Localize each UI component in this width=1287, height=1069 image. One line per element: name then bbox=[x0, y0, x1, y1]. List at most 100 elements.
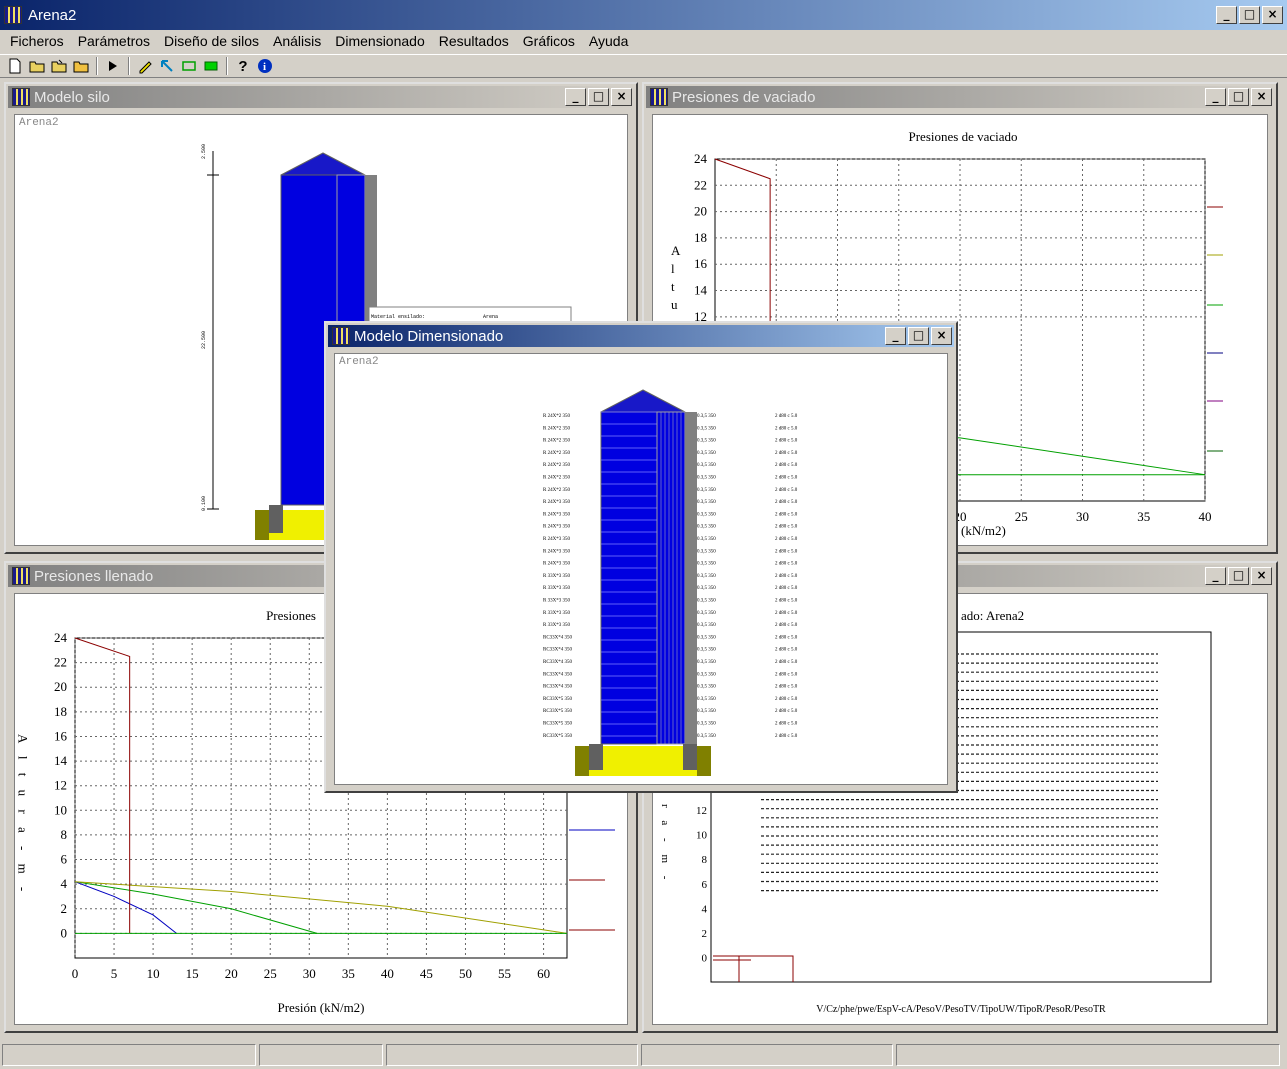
info-icon[interactable]: i bbox=[254, 56, 276, 76]
dim-row-mid: 0.3,5 350 bbox=[697, 476, 716, 481]
dim-row-left: R 24X*2 350 bbox=[543, 451, 570, 456]
menu-graficos[interactable]: Gráficos bbox=[523, 33, 575, 49]
minimize-button[interactable]: _ bbox=[1205, 567, 1226, 585]
rectangle-icon[interactable] bbox=[178, 56, 200, 76]
folder-icon[interactable] bbox=[70, 56, 92, 76]
app-title-bar: Arena2 _ □ × bbox=[0, 0, 1287, 30]
menu-dimensionado[interactable]: Dimensionado bbox=[335, 33, 425, 49]
close-button[interactable]: × bbox=[1251, 567, 1272, 585]
status-panel bbox=[386, 1044, 638, 1066]
toolbar-separator bbox=[226, 57, 228, 75]
menu-ayuda[interactable]: Ayuda bbox=[589, 33, 628, 49]
dim-mid: 22.500 bbox=[201, 331, 207, 349]
dim-row-right: 2 d80 c 5.0 bbox=[775, 635, 798, 640]
dim-top: 2.500 bbox=[201, 144, 207, 159]
menu-parametros[interactable]: Parámetros bbox=[78, 33, 150, 49]
dim-row-mid: 0.3,5 350 bbox=[697, 660, 716, 665]
y-axis-label: l bbox=[671, 261, 675, 276]
dim-row-right: 2 d80 c 5.0 bbox=[775, 488, 798, 493]
dim-row-left: RC33X*4 350 bbox=[543, 672, 573, 677]
chart-title: Presiones de vaciado bbox=[908, 129, 1017, 144]
window-modelo-dimensionado[interactable]: Modelo Dimensionado _ □ × Arena2 R 24X*2… bbox=[324, 321, 958, 793]
dim-row-right: 2 d80 c 5.0 bbox=[775, 648, 798, 653]
x-tick-label: 30 bbox=[303, 966, 316, 981]
dim-row-left: R 24X*3 350 bbox=[543, 525, 570, 530]
dim-row-mid: 0.3,5 350 bbox=[697, 734, 716, 739]
menu-bar: Ficheros Parámetros Diseño de silos Anál… bbox=[0, 30, 1287, 52]
minimize-button[interactable]: _ bbox=[1205, 88, 1226, 106]
dim-row-left: R 33X*3 350 bbox=[543, 574, 570, 579]
close-button[interactable]: × bbox=[611, 88, 632, 106]
dim-row-mid: 0.3,5 350 bbox=[697, 562, 716, 567]
menu-analisis[interactable]: Análisis bbox=[273, 33, 321, 49]
results-footer: V/Cz/phe/pwe/EspV-cA/PesoV/PesoTV/TipoUW… bbox=[816, 1004, 1106, 1015]
dim-row-right: 2 d80 c 5.0 bbox=[775, 734, 798, 739]
minimize-button[interactable]: _ bbox=[1216, 6, 1237, 24]
new-file-icon[interactable] bbox=[4, 56, 26, 76]
app-title: Arena2 bbox=[28, 6, 77, 24]
maximize-button[interactable]: □ bbox=[1228, 567, 1249, 585]
window-modelo-dimensionado-titlebar[interactable]: Modelo Dimensionado _ □ × bbox=[328, 325, 954, 347]
maximize-button[interactable]: □ bbox=[1239, 6, 1260, 24]
y-tick-label: 6 bbox=[61, 852, 68, 867]
dim-row-mid: 0.3,5 350 bbox=[697, 512, 716, 517]
y-tick-label: 22 bbox=[54, 655, 67, 670]
dim-row-right: 2 d80 c 5.0 bbox=[775, 476, 798, 481]
x-tick-label: 20 bbox=[225, 966, 238, 981]
x-tick-label: 45 bbox=[420, 966, 433, 981]
x-tick-label: 30 bbox=[1076, 509, 1089, 524]
dim-row-right: 2 d80 c 5.0 bbox=[775, 599, 798, 604]
maximize-button[interactable]: □ bbox=[908, 327, 929, 345]
dim-row-left: R 24X*2 350 bbox=[543, 463, 570, 468]
x-tick-label: 40 bbox=[1199, 509, 1212, 524]
dim-row-mid: 0.3,5 350 bbox=[697, 414, 716, 419]
arrow-icon[interactable] bbox=[156, 56, 178, 76]
dim-row-right: 2 d80 c 5.0 bbox=[775, 414, 798, 419]
x-tick-label: 60 bbox=[537, 966, 550, 981]
x-tick-label: 0 bbox=[72, 966, 79, 981]
window-presiones-vaciado-titlebar[interactable]: Presiones de vaciado _ □ × bbox=[646, 86, 1274, 108]
dim-row-mid: 0.3,5 350 bbox=[697, 709, 716, 714]
open-folder-2-icon[interactable] bbox=[48, 56, 70, 76]
toolbar-separator bbox=[96, 57, 98, 75]
filled-rectangle-icon[interactable] bbox=[200, 56, 222, 76]
window-modelo-silo-titlebar[interactable]: Modelo silo _ □ × bbox=[8, 86, 634, 108]
y-tick-label: 18 bbox=[54, 704, 67, 719]
x-tick-label: 50 bbox=[459, 966, 472, 981]
dim-row-right: 2 d80 c 5.0 bbox=[775, 549, 798, 554]
dim-row-right: 2 d80 c 5.0 bbox=[775, 672, 798, 677]
dim-row-mid: 0.3,5 350 bbox=[697, 463, 716, 468]
maximize-button[interactable]: □ bbox=[1228, 88, 1249, 106]
pencil-icon[interactable] bbox=[134, 56, 156, 76]
y-tick-label: 22 bbox=[694, 177, 707, 192]
dim-row-left: R 33X*3 350 bbox=[543, 623, 570, 628]
menu-ficheros[interactable]: Ficheros bbox=[10, 33, 64, 49]
x-tick-label: 25 bbox=[264, 966, 277, 981]
close-button[interactable]: × bbox=[1262, 6, 1283, 24]
dim-row-mid: 0.3,5 350 bbox=[697, 623, 716, 628]
run-icon[interactable] bbox=[102, 56, 124, 76]
close-button[interactable]: × bbox=[1251, 88, 1272, 106]
chart-title: Presiones bbox=[266, 608, 316, 623]
dim-row-left: R 24X*3 350 bbox=[543, 512, 570, 517]
y-tick-label: 4 bbox=[61, 876, 68, 891]
status-panel bbox=[641, 1044, 893, 1066]
y-tick-label: 14 bbox=[694, 283, 708, 298]
help-icon[interactable]: ? bbox=[232, 56, 254, 76]
maximize-button[interactable]: □ bbox=[588, 88, 609, 106]
window-icon bbox=[12, 567, 30, 585]
minimize-button[interactable]: _ bbox=[885, 327, 906, 345]
menu-diseno[interactable]: Diseño de silos bbox=[164, 33, 259, 49]
y-tick-label: 0 bbox=[61, 925, 68, 940]
dim-row-left: RC33X*5 350 bbox=[543, 722, 573, 727]
y-tick-label: 20 bbox=[694, 204, 707, 219]
open-folder-icon[interactable] bbox=[26, 56, 48, 76]
minimize-button[interactable]: _ bbox=[565, 88, 586, 106]
close-button[interactable]: × bbox=[931, 327, 952, 345]
dim-row-right: 2 d80 c 5.0 bbox=[775, 722, 798, 727]
menu-resultados[interactable]: Resultados bbox=[439, 33, 509, 49]
dim-row-left: R 24X*3 350 bbox=[543, 500, 570, 505]
y-tick-label: 12 bbox=[696, 805, 707, 817]
dim-row-left: RC33X*5 350 bbox=[543, 697, 573, 702]
dim-row-mid: 0.3,5 350 bbox=[697, 635, 716, 640]
